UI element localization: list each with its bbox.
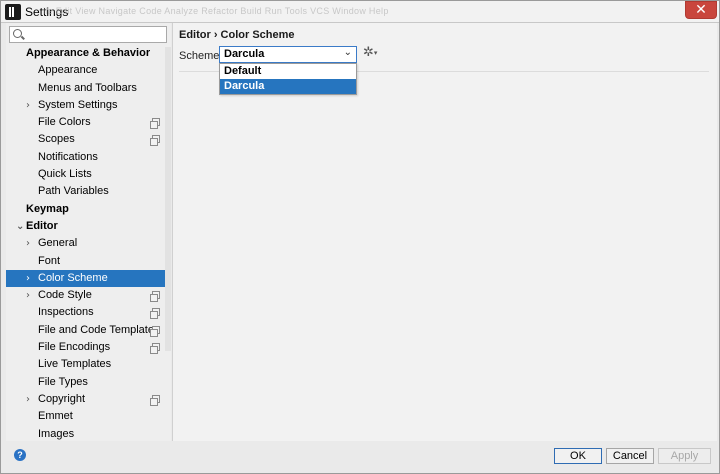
sidebar-item-label: File Types <box>38 375 88 388</box>
chevron-down-icon[interactable]: ⌄ <box>16 218 24 235</box>
sidebar-item[interactable]: Menus and Toolbars <box>6 80 171 97</box>
sidebar-item[interactable]: ⌄ Editor <box>6 218 171 235</box>
dropdown-option[interactable]: Darcula <box>220 79 356 94</box>
sidebar-item-label: File Encodings <box>38 341 111 354</box>
gear-glyph: ✲ <box>363 45 374 60</box>
sidebar-item[interactable]: Appearance <box>6 62 171 79</box>
settings-dialog: Settings ile Edit View Navigate Code Ana… <box>0 0 720 474</box>
chevron-right-icon[interactable]: › <box>26 235 30 252</box>
sidebar-item-label: System Settings <box>38 98 118 111</box>
apply-button[interactable]: Apply <box>658 448 711 464</box>
ok-button[interactable]: OK <box>554 448 602 464</box>
sidebar-item-label: Quick Lists <box>38 168 92 181</box>
sidebar-item-label: Copyright <box>38 392 86 405</box>
help-icon[interactable]: ? <box>14 449 26 461</box>
settings-tree: Appearance & Behavior Appearance Menus and… <box>6 45 171 443</box>
sidebar-item[interactable]: › General <box>6 235 171 252</box>
chevron-right-icon[interactable]: › <box>26 97 30 114</box>
dropdown-option[interactable]: Default <box>220 64 356 79</box>
sidebar-item[interactable]: File and Code Templates <box>6 322 171 339</box>
search-input[interactable] <box>24 27 164 42</box>
sidebar-item[interactable]: Keymap <box>6 201 171 218</box>
close-button[interactable]: ✕ <box>685 1 717 19</box>
chevron-down-icon: ⌄ <box>343 47 352 58</box>
project-scope-icon <box>150 394 160 406</box>
sidebar-item[interactable]: Font <box>6 253 171 270</box>
sidebar-item-label: Editor <box>26 219 58 232</box>
sidebar-item[interactable]: Path Variables <box>6 183 171 200</box>
sidebar-item-label: Emmet <box>38 410 73 423</box>
project-scope-icon <box>150 135 160 147</box>
search-icon <box>13 29 22 38</box>
sidebar-item-label: File Colors <box>38 116 91 129</box>
settings-sidebar: Appearance & Behavior Appearance Menus and… <box>6 23 171 441</box>
sidebar-item[interactable]: › Copyright <box>6 391 171 408</box>
scheme-dropdown-list: Default Darcula <box>219 63 357 95</box>
sidebar-item[interactable]: File Colors <box>6 114 171 131</box>
scheme-select[interactable]: Darcula ⌄ <box>219 46 357 63</box>
project-scope-icon <box>150 325 160 337</box>
sidebar-item-label: General <box>38 237 78 250</box>
sidebar-item-label: Appearance & Behavior <box>26 47 151 59</box>
sidebar-item[interactable]: Scopes <box>6 131 171 148</box>
sidebar-item[interactable]: File Encodings <box>6 339 171 356</box>
breadcrumb: Editor › Color Scheme <box>179 29 295 41</box>
sidebar-item[interactable]: › Code Style <box>6 287 171 304</box>
sidebar-item-label: Menus and Toolbars <box>38 81 137 94</box>
chevron-right-icon[interactable]: › <box>26 287 30 304</box>
sidebar-item[interactable]: Notifications <box>6 149 171 166</box>
scheme-label: Scheme: <box>179 50 223 62</box>
sidebar-item-label: Images <box>38 427 75 440</box>
sidebar-item-label: File and Code Templates <box>38 323 160 336</box>
scheme-select-value: Darcula <box>224 48 265 60</box>
sidebar-item-label: Path Variables <box>38 185 109 198</box>
project-scope-icon <box>150 291 160 303</box>
sidebar-scrollbar[interactable] <box>165 47 171 351</box>
project-scope-icon <box>150 308 160 320</box>
sidebar-item-label: Code Style <box>38 289 92 302</box>
sidebar-item-label: Keymap <box>26 202 69 215</box>
sidebar-item-label: Font <box>38 254 61 267</box>
project-scope-icon <box>150 343 160 355</box>
title-bar: Settings ile Edit View Navigate Code Ana… <box>1 1 719 23</box>
project-scope-icon <box>150 118 160 130</box>
sidebar-item[interactable]: Quick Lists <box>6 166 171 183</box>
sidebar-item-label: Inspections <box>38 306 94 319</box>
gear-icon[interactable]: ✲▾ <box>363 45 377 60</box>
sidebar-item[interactable]: Inspections <box>6 304 171 321</box>
chevron-right-icon[interactable]: › <box>26 391 30 408</box>
sidebar-item[interactable]: › System Settings <box>6 97 171 114</box>
sidebar-item[interactable]: Appearance & Behavior <box>6 45 171 62</box>
sidebar-item[interactable]: Live Templates <box>6 356 171 373</box>
color-scheme-panel: Editor › Color Scheme Scheme: Darcula ⌄ … <box>172 23 717 441</box>
sidebar-item[interactable]: Emmet <box>6 408 171 425</box>
sidebar-item-label: Live Templates <box>38 358 112 371</box>
sidebar-item[interactable]: › Color Scheme <box>6 269 171 288</box>
sidebar-item-label: Notifications <box>38 150 98 163</box>
cancel-button[interactable]: Cancel <box>606 448 654 464</box>
sidebar-item-label: Scopes <box>38 133 75 146</box>
background-menu-bar: ile Edit View Navigate Code Analyze Refa… <box>43 6 389 16</box>
sidebar-item-label: Color Scheme <box>38 271 108 284</box>
app-icon <box>5 4 21 20</box>
chevron-right-icon[interactable]: › <box>26 270 30 287</box>
gear-dropdown-arrow: ▾ <box>373 49 378 57</box>
sidebar-item[interactable]: File Types <box>6 374 171 391</box>
sidebar-item-label: Appearance <box>38 64 98 77</box>
button-bar: ? OK Cancel Apply <box>1 441 719 473</box>
search-box[interactable] <box>9 26 167 43</box>
